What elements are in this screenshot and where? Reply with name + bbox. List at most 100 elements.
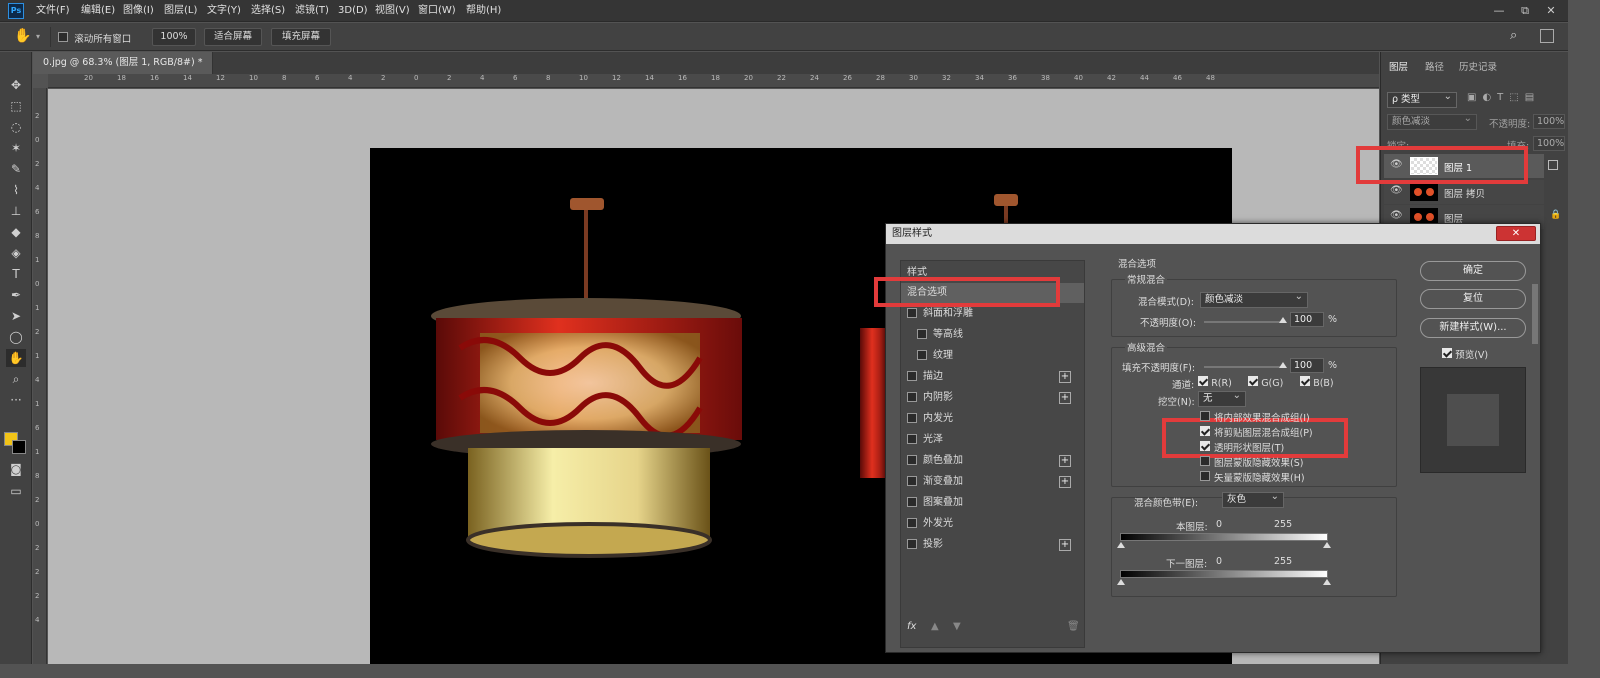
filter-icons[interactable]: ▣◐T⬚▤ <box>1467 92 1540 103</box>
style-checkbox[interactable] <box>907 455 917 465</box>
style-checkbox[interactable] <box>907 518 917 528</box>
stamp-tool-icon[interactable]: ⊥ <box>6 202 26 220</box>
channel-g[interactable]: G(G) <box>1248 376 1283 389</box>
eye-icon[interactable]: 👁 <box>1390 210 1403 221</box>
fill-field[interactable]: 100% <box>1533 136 1565 151</box>
style-checkbox[interactable] <box>907 308 917 318</box>
style-item[interactable]: 外发光 <box>907 514 953 534</box>
style-checkbox[interactable] <box>907 434 917 444</box>
minimize-button[interactable]: — <box>1486 0 1512 22</box>
style-checkbox[interactable] <box>907 413 917 423</box>
paint-bucket-tool-icon[interactable]: ◈ <box>6 244 26 262</box>
menu-item[interactable]: 滤镜(T) <box>295 0 329 22</box>
opacity-slider[interactable] <box>1204 321 1284 323</box>
zoom-tool-icon[interactable]: ⌕ <box>6 370 26 388</box>
style-checkbox[interactable] <box>907 371 917 381</box>
blend-if-select[interactable]: 灰色 <box>1222 490 1284 508</box>
document-tab[interactable]: 0.jpg @ 68.3% (图层 1, RGB/8#) * × <box>33 52 213 90</box>
quick-mask-icon[interactable]: ◙ <box>6 460 26 478</box>
style-item[interactable]: 投影 <box>907 535 943 555</box>
lasso-tool-icon[interactable]: ◌ <box>6 118 26 136</box>
move-tool-icon[interactable]: ✥ <box>6 76 26 94</box>
menu-item[interactable]: 文件(F) <box>36 0 70 22</box>
channel-r-checkbox[interactable] <box>1198 376 1208 386</box>
menu-item[interactable]: 文字(Y) <box>207 0 241 22</box>
pen-tool-icon[interactable]: ✒ <box>6 286 26 304</box>
advanced-option-checkbox[interactable] <box>1200 471 1210 481</box>
magic-wand-tool-icon[interactable]: ✶ <box>6 139 26 157</box>
brush-tool-icon[interactable]: ⌇ <box>6 181 26 199</box>
style-item[interactable]: 斜面和浮雕 <box>907 304 973 324</box>
add-effect-plus-icon[interactable]: + <box>1059 371 1071 383</box>
menu-item[interactable]: 图像(I) <box>123 0 154 22</box>
layer-opacity-field[interactable]: 100% <box>1533 114 1565 129</box>
advanced-option-checkbox[interactable] <box>1200 426 1210 436</box>
advanced-option[interactable]: 矢量蒙版隐藏效果(H) <box>1200 470 1305 484</box>
path-select-tool-icon[interactable]: ➤ <box>6 307 26 325</box>
menu-item[interactable]: 视图(V) <box>375 0 410 22</box>
menu-item[interactable]: 窗口(W) <box>418 0 456 22</box>
style-item[interactable]: 图案叠加 <box>907 493 963 513</box>
style-checkbox[interactable] <box>907 539 917 549</box>
tab-paths[interactable]: 路径 <box>1425 58 1444 78</box>
ok-button[interactable]: 确定 <box>1420 261 1526 281</box>
fill-opacity-slider[interactable] <box>1204 366 1284 368</box>
eraser-tool-icon[interactable]: ◆ <box>6 223 26 241</box>
eye-icon[interactable]: 👁 <box>1390 185 1403 196</box>
fill-screen-button[interactable]: 填充屏幕 <box>271 28 331 46</box>
blend-mode-select[interactable]: 颜色减淡 <box>1200 290 1308 308</box>
hand-tool-icon[interactable]: ✋ <box>14 28 31 44</box>
more-tools-icon[interactable]: ··· <box>6 391 26 409</box>
menu-item[interactable]: 选择(S) <box>251 0 285 22</box>
add-effect-plus-icon[interactable]: + <box>1059 476 1071 488</box>
advanced-option-checkbox[interactable] <box>1200 411 1210 421</box>
style-item[interactable]: 描边 <box>907 367 943 387</box>
style-item[interactable]: 颜色叠加 <box>907 451 963 471</box>
add-effect-plus-icon[interactable]: + <box>1059 455 1071 467</box>
marquee-tool-icon[interactable]: ⬚ <box>6 97 26 115</box>
workspace-icon[interactable] <box>1540 29 1554 43</box>
dialog-close-button[interactable]: ✕ <box>1496 226 1536 241</box>
restore-button[interactable]: ⧉ <box>1512 0 1538 22</box>
layer-filter-select[interactable]: ρ 类型 <box>1387 90 1457 108</box>
background-color-swatch[interactable] <box>12 440 26 454</box>
add-effect-plus-icon[interactable]: + <box>1059 392 1071 404</box>
dialog-scrollbar[interactable] <box>1532 284 1538 344</box>
type-tool-icon[interactable]: T <box>6 265 26 283</box>
move-down-icon[interactable]: ▼ <box>953 621 961 632</box>
menu-item[interactable]: 3D(D) <box>338 0 368 22</box>
knockout-select[interactable]: 无 <box>1198 389 1246 407</box>
advanced-option[interactable]: 图层蒙版隐藏效果(S) <box>1200 455 1303 469</box>
style-item[interactable]: 内阴影 <box>907 388 953 408</box>
this-layer-white-handle[interactable] <box>1323 542 1331 548</box>
underlying-white-handle[interactable] <box>1323 579 1331 585</box>
ellipse-tool-icon[interactable]: ◯ <box>6 328 26 346</box>
fill-opacity-slider-handle[interactable] <box>1279 362 1287 368</box>
advanced-option-checkbox[interactable] <box>1200 441 1210 451</box>
channel-r[interactable]: R(R) <box>1198 376 1232 389</box>
chevron-down-icon[interactable]: ▾ <box>36 32 40 41</box>
underlying-black-handle[interactable] <box>1117 579 1125 585</box>
scroll-all-checkbox[interactable] <box>58 32 68 42</box>
this-layer-black-handle[interactable] <box>1117 542 1125 548</box>
zoom-100-button[interactable]: 100% <box>152 28 196 46</box>
channel-b[interactable]: B(B) <box>1300 376 1334 389</box>
style-item[interactable]: 纹理 <box>917 346 953 366</box>
style-checkbox[interactable] <box>917 350 927 360</box>
reset-button[interactable]: 复位 <box>1420 289 1526 309</box>
style-item[interactable]: 光泽 <box>907 430 943 450</box>
tab-layers[interactable]: 图层 <box>1389 58 1408 78</box>
style-checkbox[interactable] <box>917 329 927 339</box>
style-checkbox[interactable] <box>907 476 917 486</box>
fx-button[interactable]: fx <box>907 621 916 632</box>
scroll-all-windows[interactable]: 滚动所有窗口 <box>58 31 131 45</box>
search-icon[interactable]: ⌕ <box>1510 28 1517 43</box>
style-checkbox[interactable] <box>907 392 917 402</box>
screen-mode-icon[interactable]: ▭ <box>6 482 26 500</box>
add-effect-plus-icon[interactable]: + <box>1059 539 1071 551</box>
style-item[interactable]: 渐变叠加 <box>907 472 963 492</box>
advanced-option[interactable]: 将剪贴图层混合成组(P) <box>1200 425 1313 439</box>
advanced-option[interactable]: 将内部效果混合成组(I) <box>1200 410 1310 424</box>
menu-item[interactable]: 帮助(H) <box>466 0 501 22</box>
channel-b-checkbox[interactable] <box>1300 376 1310 386</box>
